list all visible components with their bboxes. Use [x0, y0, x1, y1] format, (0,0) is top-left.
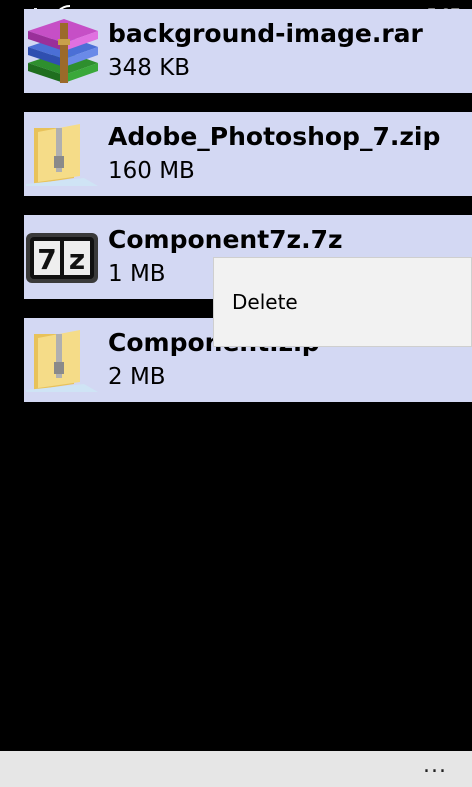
screen: 5:37 background-image.rar 348 KB	[0, 0, 472, 787]
delete-menu-item[interactable]: Delete	[232, 290, 298, 314]
zip-folder-icon	[26, 124, 98, 186]
winrar-archive-icon	[28, 19, 98, 83]
zip-folder-icon	[26, 330, 98, 392]
context-menu: Delete	[213, 257, 472, 347]
file-size: 1 MB	[108, 261, 166, 287]
file-size: 2 MB	[108, 364, 166, 390]
7z-archive-icon: 7 z	[26, 233, 98, 283]
list-item[interactable]: Adobe_Photoshop_7.zip 160 MB	[24, 112, 472, 196]
file-name: Component7z.7z	[108, 225, 343, 254]
file-name: background-image.rar	[108, 19, 423, 48]
app-bar: ...	[0, 751, 472, 787]
file-name: Adobe_Photoshop_7.zip	[108, 122, 441, 151]
file-size: 160 MB	[108, 158, 195, 184]
list-item[interactable]: background-image.rar 348 KB	[24, 9, 472, 93]
svg-text:7: 7	[37, 243, 56, 276]
svg-text:z: z	[69, 243, 85, 276]
file-size: 348 KB	[108, 55, 191, 81]
more-options-button[interactable]: ...	[420, 751, 450, 787]
